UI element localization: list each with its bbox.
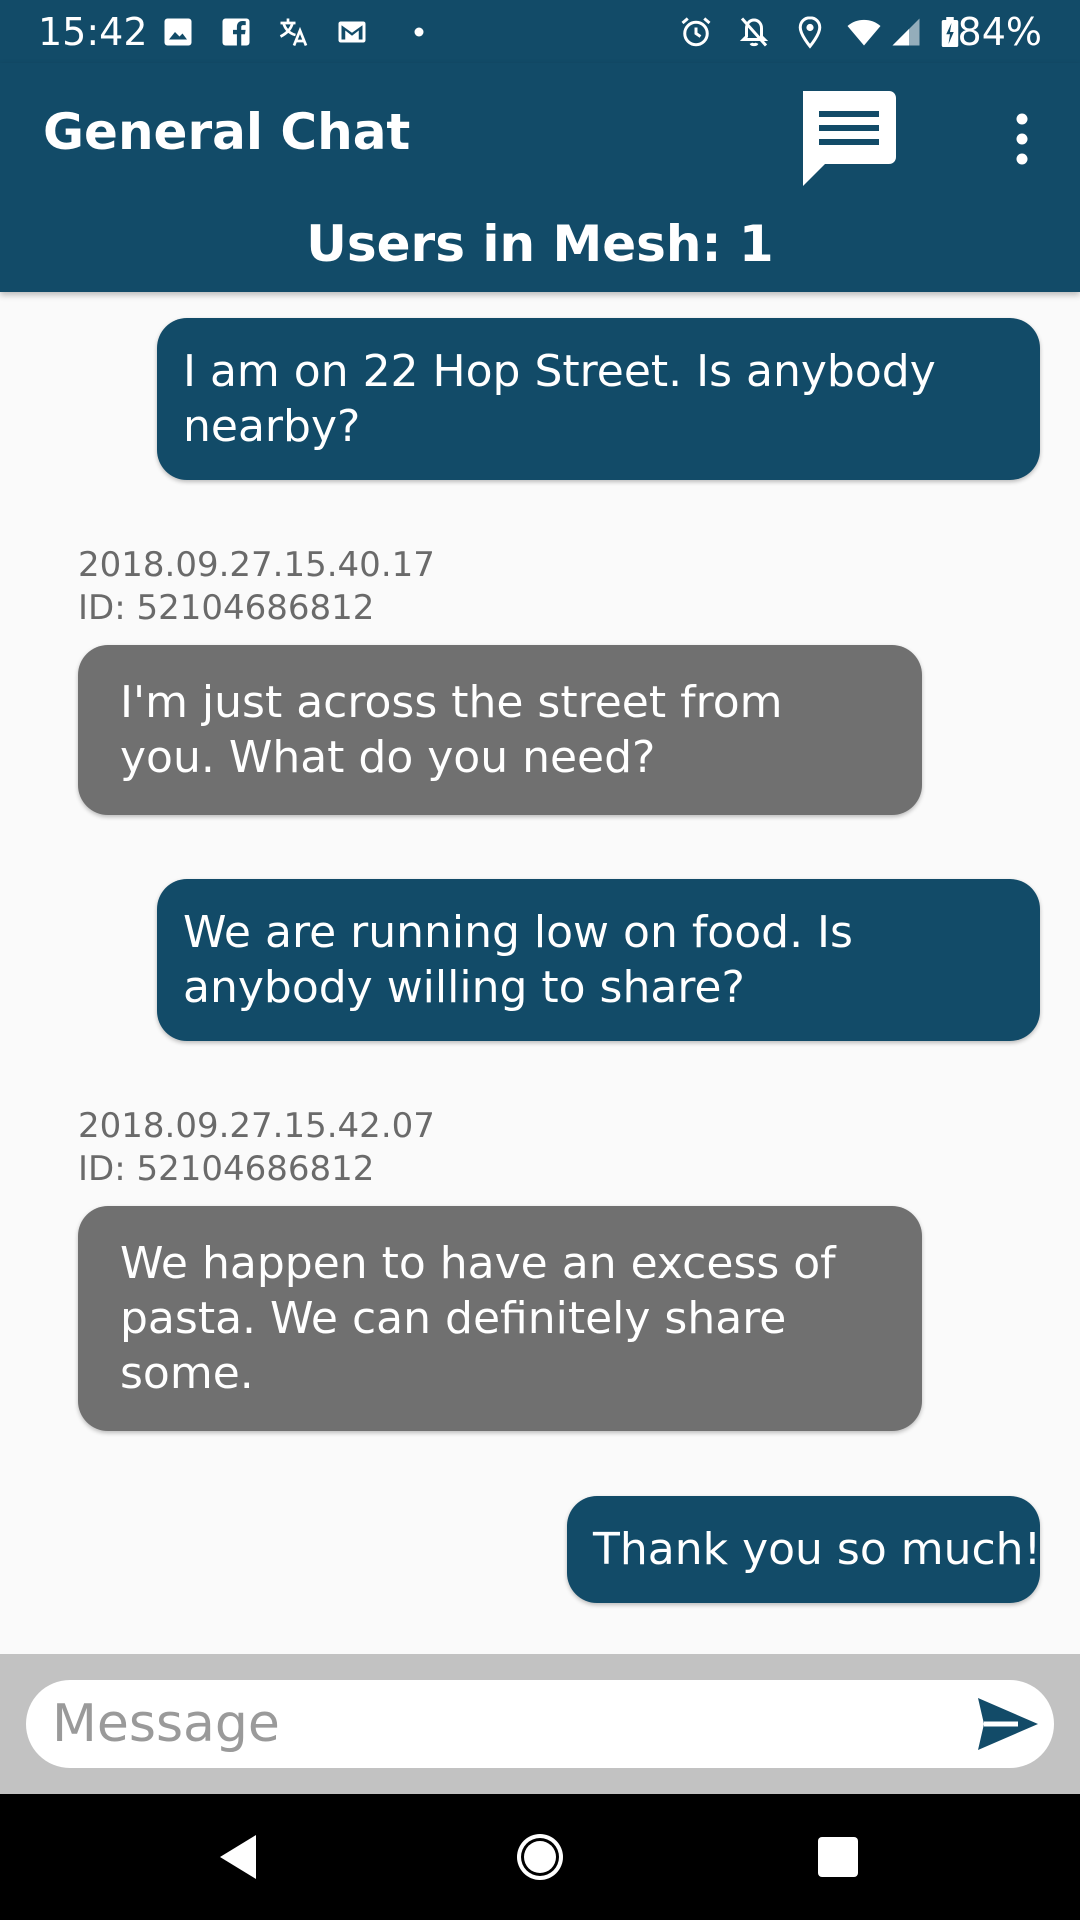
outgoing-message-bubble[interactable]: I am on 22 Hop Street. Is anybody nearby… — [157, 318, 1040, 480]
facebook-icon — [218, 14, 254, 50]
notifications-off-icon — [736, 14, 772, 50]
translate-icon — [276, 14, 312, 50]
message-sender-id: ID: 52104686812 — [78, 588, 375, 628]
incoming-message-bubble[interactable]: I'm just across the street from you. Wha… — [78, 645, 922, 815]
message-sender-id: ID: 52104686812 — [78, 1149, 375, 1189]
users-in-mesh-label: Users in Mesh: 1 — [306, 215, 774, 273]
image-icon — [160, 14, 196, 50]
outgoing-message-bubble[interactable]: Thank you so much! — [567, 1496, 1041, 1603]
message-input[interactable] — [52, 1688, 932, 1760]
outgoing-message-bubble[interactable]: We are running low on food. Is anybody w… — [157, 879, 1040, 1041]
message-timestamp: 2018.09.27.15.42.07 — [78, 1106, 435, 1146]
recents-icon[interactable] — [808, 1827, 868, 1887]
send-icon[interactable] — [974, 1692, 1042, 1756]
dot-icon — [392, 14, 428, 50]
message-timestamp: 2018.09.27.15.40.17 — [78, 545, 435, 585]
battery-percent: 84% — [957, 10, 1042, 54]
location-icon — [792, 14, 828, 50]
gmail-icon — [334, 14, 370, 50]
app-bar: General Chat Users in Mesh: 1 — [0, 63, 1080, 292]
page-title: General Chat — [43, 103, 411, 161]
incoming-message-bubble[interactable]: We happen to have an excess of pasta. We… — [78, 1206, 922, 1431]
cell-signal-icon — [888, 14, 924, 50]
composer-bar — [0, 1654, 1080, 1794]
message-list[interactable]: I am on 22 Hop Street. Is anybody nearby… — [0, 292, 1080, 1654]
system-nav-bar — [0, 1794, 1080, 1920]
chat-screen: 15:42 84% General Chat Users in Mesh: 1 … — [0, 0, 1080, 1920]
back-icon[interactable] — [208, 1827, 268, 1887]
home-icon[interactable] — [510, 1827, 570, 1887]
status-time: 15:42 — [38, 10, 148, 54]
status-bar: 15:42 84% — [0, 0, 1080, 63]
chat-icon[interactable] — [795, 85, 901, 191]
overflow-menu-icon[interactable] — [1000, 109, 1044, 169]
wifi-icon — [846, 14, 882, 50]
alarm-icon — [678, 14, 714, 50]
message-field — [26, 1680, 1054, 1768]
